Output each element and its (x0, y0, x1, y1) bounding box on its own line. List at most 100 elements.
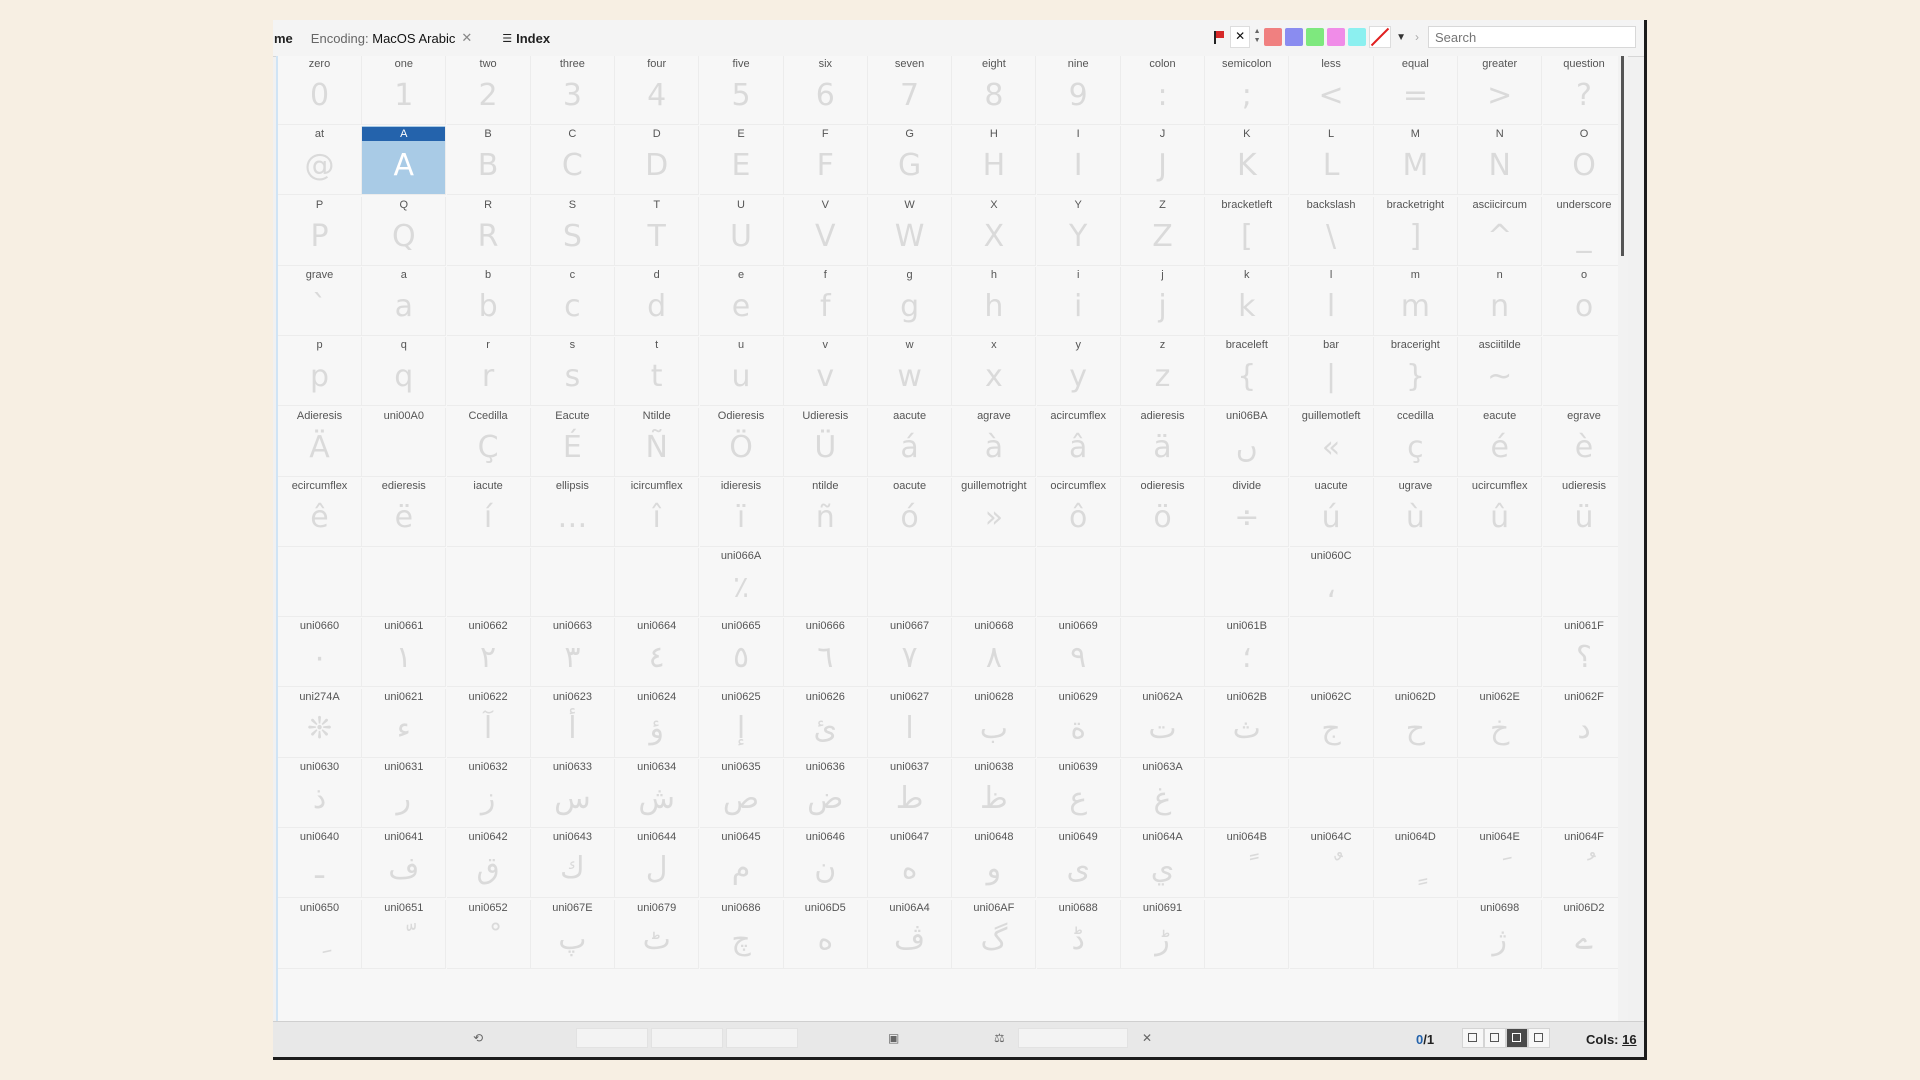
glyph-cell[interactable]: uni061B ؛ (1205, 618, 1290, 688)
glyph-cell[interactable]: SS (530, 196, 615, 266)
glyph-cell[interactable]: uni0631 ر (362, 759, 447, 828)
glyph-cell[interactable]: TT (615, 196, 700, 266)
glyph-cell[interactable]: EE (699, 126, 784, 196)
glyph-cell[interactable]: uni0698 ژ (1458, 899, 1543, 969)
glyph-cell[interactable]: eacute é (1458, 407, 1543, 477)
glyph-cell[interactable]: uni0669 ٩ (1036, 618, 1121, 688)
glyph-cell[interactable]: uni062A ت (1121, 688, 1205, 758)
glyph-cell[interactable]: UU (699, 196, 784, 266)
glyph-cell[interactable]: II (1036, 126, 1121, 196)
glyph-cell[interactable]: uni0636 ض (783, 759, 868, 828)
glyph-cell[interactable]: nn (1458, 266, 1543, 336)
glyph-cell[interactable]: uni00A0 (362, 407, 447, 477)
glyph-cell[interactable]: uni0624 ؤ (615, 688, 700, 758)
glyph-cell[interactable]: uni0648 و (952, 829, 1037, 899)
glyph-cell[interactable]: uni0666 ٦ (783, 618, 868, 688)
glyph-cell[interactable]: OO (1542, 126, 1627, 196)
glyph-cell[interactable]: guillemotright » (952, 477, 1037, 547)
glyph-cell[interactable]: ccedilla ç (1373, 407, 1458, 477)
glyph-cell[interactable]: uni0662 ٢ (446, 618, 531, 688)
glyph-cell[interactable]: agrave à (952, 407, 1037, 477)
glyph-cell[interactable]: uni0638 ظ (952, 759, 1037, 828)
swatch-pink[interactable] (1327, 28, 1346, 46)
glyph-cell[interactable]: ocircumflex ô (1036, 477, 1121, 547)
glyph-cell[interactable]: rr (446, 337, 531, 407)
tab-title[interactable]: me (274, 31, 293, 46)
glyph-cell[interactable]: VV (783, 196, 868, 266)
glyph-cell[interactable]: HH (952, 126, 1037, 196)
glyph-cell[interactable]: uni0629 ة (1036, 688, 1121, 758)
glyph-cell[interactable] (1289, 899, 1374, 969)
glyph-cell[interactable]: uni0660 ٠ (278, 618, 362, 688)
glyph-cell[interactable] (530, 548, 615, 618)
glyph-cell[interactable] (1458, 548, 1543, 618)
glyph-cell[interactable]: Ccedilla Ç (446, 407, 531, 477)
glyph-cell[interactable] (952, 548, 1037, 618)
glyph-cell[interactable]: two 2 (446, 56, 531, 125)
glyph-cell[interactable]: uni060C ، (1289, 548, 1374, 618)
transform-icon[interactable]: ⟲ (473, 1031, 483, 1045)
glyph-cell[interactable]: bb (446, 266, 531, 336)
glyph-cell[interactable]: jj (1121, 266, 1205, 336)
glyph-cell[interactable]: uni06A4 ڤ (868, 899, 953, 969)
glyph-cell[interactable]: ee (699, 266, 784, 336)
glyph-cell[interactable]: uni06AF گ (952, 899, 1037, 969)
glyph-cell[interactable] (1542, 548, 1627, 618)
glyph-cell[interactable]: JJ (1121, 126, 1205, 196)
swatch-red[interactable] (1264, 28, 1283, 46)
glyph-cell[interactable] (1373, 899, 1458, 969)
glyph-cell[interactable]: uni0646 ن (783, 829, 868, 899)
glyph-cell[interactable]: uni0649 ى (1036, 829, 1121, 899)
close-icon[interactable]: ✕ (1142, 1031, 1152, 1045)
glyph-cell[interactable]: Ntilde Ñ (615, 407, 700, 477)
glyph-cell[interactable]: AA (362, 126, 447, 196)
glyph-cell[interactable]: ZZ (1121, 196, 1205, 266)
glyph-cell[interactable] (1373, 548, 1458, 618)
glyph-cell[interactable]: uni064A ي (1121, 829, 1205, 899)
no-color-icon[interactable] (1369, 26, 1392, 48)
stepper-icon[interactable]: ▲ ▼ (1253, 27, 1261, 47)
glyph-cell[interactable]: uni0630 ذ (278, 759, 362, 828)
glyph-cell[interactable] (1458, 618, 1543, 688)
glyph-cell[interactable] (1289, 759, 1374, 828)
glyph-cell[interactable]: egrave è (1542, 407, 1627, 477)
glyph-cell[interactable]: ll (1289, 266, 1374, 336)
glyph-cell[interactable]: QQ (362, 196, 447, 266)
glyph-cell[interactable]: WW (868, 196, 953, 266)
search-input[interactable] (1428, 26, 1636, 48)
glyph-cell[interactable]: uni062E خ (1458, 688, 1543, 758)
glyph-cell[interactable]: backslash \ (1289, 196, 1374, 266)
glyph-cell[interactable]: uni0635 ص (699, 759, 784, 828)
glyph-cell[interactable]: uni0667 ٧ (868, 618, 953, 688)
glyph-cell[interactable]: uni064Dٍ (1373, 829, 1458, 899)
glyph-cell[interactable]: uni0688 ڈ (1036, 899, 1121, 969)
glyph-cell[interactable]: odieresis ö (1121, 477, 1205, 547)
status-field-1[interactable] (576, 1028, 648, 1048)
glyph-cell[interactable]: uni062B ث (1205, 688, 1290, 758)
glyph-cell[interactable]: uni0640 ـ (278, 829, 362, 899)
glyph-cell[interactable]: cc (530, 266, 615, 336)
swatch-cyan[interactable] (1348, 28, 1367, 46)
glyph-cell[interactable]: three 3 (530, 56, 615, 125)
glyph-cell[interactable]: uni06D5 ە (783, 899, 868, 969)
glyph-cell[interactable]: uni0650ِ (278, 899, 362, 969)
glyph-cell[interactable]: bracketleft [ (1205, 196, 1290, 266)
glyph-cell[interactable]: uni062C ج (1289, 688, 1374, 758)
glyph-cell[interactable]: five 5 (699, 56, 784, 125)
glyph-cell[interactable]: bar | (1289, 337, 1374, 407)
glyph-cell[interactable]: uni0637 ط (868, 759, 953, 828)
glyph-cell[interactable]: bracketright] (1373, 196, 1458, 266)
vertical-scrollbar[interactable] (1618, 56, 1628, 1039)
glyph-cell[interactable]: equal = (1373, 56, 1458, 125)
columns-control[interactable]: Cols: 16 (1586, 1032, 1637, 1047)
glyph-cell[interactable]: MM (1373, 126, 1458, 196)
glyph-cell[interactable]: aacute á (868, 407, 953, 477)
glyph-cell[interactable]: qq (362, 337, 447, 407)
glyph-cell[interactable] (615, 548, 700, 618)
glyph-cell[interactable]: yy (1036, 337, 1121, 407)
glyph-cell[interactable]: dd (615, 266, 700, 336)
status-field-4[interactable] (1018, 1028, 1128, 1048)
status-field-2[interactable] (651, 1028, 723, 1048)
glyph-cell[interactable]: uni064Eَ (1458, 829, 1543, 899)
view-large-button[interactable] (1506, 1028, 1528, 1048)
